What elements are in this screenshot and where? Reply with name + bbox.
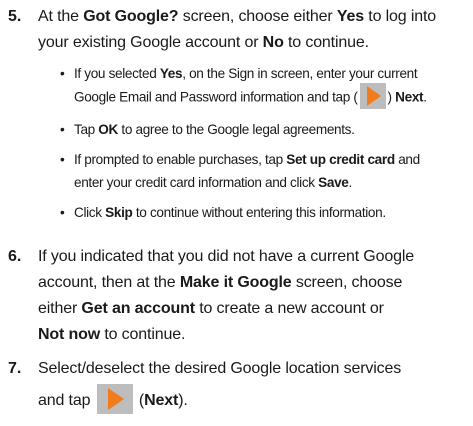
bullet-dot: • xyxy=(60,152,65,167)
step-number: 7. xyxy=(8,360,22,377)
manual-page: 5. At the Got Google? screen, choose eit… xyxy=(0,0,473,426)
bullet-item: • If prompted to enable purchases, tap S… xyxy=(60,148,472,194)
yes-label: Yes xyxy=(336,8,364,25)
bullet-item: • If you selected Yes, on the Sign in sc… xyxy=(60,62,472,111)
next-arrow-icon xyxy=(359,83,386,109)
bullet-item: • Tap OK to agree to the Google legal ag… xyxy=(60,118,472,141)
step-number: 5. xyxy=(8,8,22,25)
step-6-text: If you indicated that you did not have a… xyxy=(38,248,415,343)
step-number: 6. xyxy=(8,248,22,265)
no-label: No xyxy=(262,34,284,51)
step-5-bullets: • If you selected Yes, on the Sign in sc… xyxy=(60,62,472,231)
next-arrow-icon xyxy=(96,384,133,414)
got-google-label: Got Google? xyxy=(83,8,179,25)
bullet-dot: • xyxy=(60,205,65,220)
step-5-text: At the Got Google? screen, choose either… xyxy=(38,8,437,51)
bullet-dot: • xyxy=(60,122,65,137)
step-7-text: Select/deselect the desired Google locat… xyxy=(38,356,470,416)
bullet-dot: • xyxy=(60,66,65,81)
bullet-item: • Click Skip to continue without enterin… xyxy=(60,201,472,224)
